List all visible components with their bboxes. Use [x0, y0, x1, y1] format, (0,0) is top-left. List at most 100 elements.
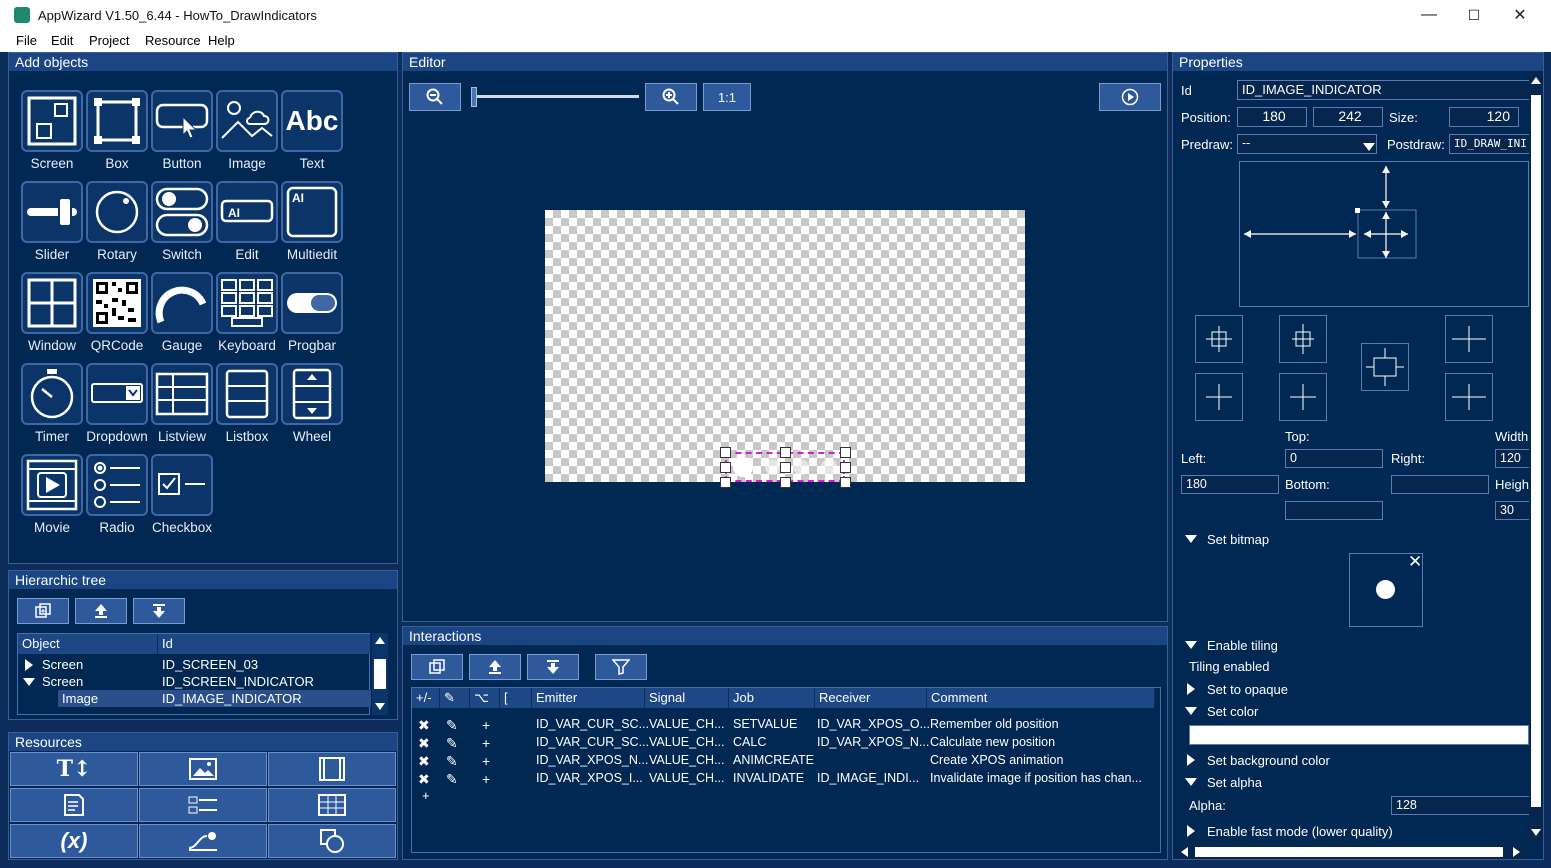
add-radio-button[interactable] — [86, 454, 148, 516]
tree-add-button[interactable] — [17, 598, 69, 624]
resize-handle[interactable] — [780, 447, 791, 458]
col-receiver[interactable]: Receiver — [815, 688, 927, 708]
add-condition-icon[interactable]: + — [482, 771, 490, 787]
zoom-in-button[interactable] — [645, 83, 697, 111]
add-keyboard-button[interactable] — [216, 272, 278, 334]
edit-icon[interactable]: ✎ — [446, 771, 458, 788]
tree-header-id[interactable]: Id — [158, 634, 371, 654]
add-slider-button[interactable] — [21, 181, 83, 243]
delete-icon[interactable]: ✖ — [418, 735, 430, 752]
tree-move-down-button[interactable] — [133, 598, 185, 624]
alpha-input[interactable]: 128 — [1391, 796, 1531, 815]
col-job[interactable]: Job — [729, 688, 815, 708]
anchor-center[interactable] — [1361, 343, 1409, 391]
add-window-button[interactable] — [21, 272, 83, 334]
fast-mode-section[interactable]: Enable fast mode (lower quality) — [1207, 824, 1393, 839]
set-background-color-section[interactable]: Set background color — [1207, 753, 1330, 768]
remove-bitmap-icon[interactable]: ✕ — [1408, 552, 1422, 572]
add-multiedit-button[interactable]: AI — [281, 181, 343, 243]
col-edit[interactable]: ✎ — [440, 688, 470, 708]
menu-project[interactable]: Project — [89, 33, 129, 48]
tree-scrollbar[interactable] — [372, 633, 388, 715]
maximize-button[interactable]: ☐ — [1451, 0, 1497, 30]
collapse-icon[interactable] — [1185, 535, 1197, 543]
col-add-remove[interactable]: +/- — [412, 688, 440, 708]
size-width-input[interactable]: 120 — [1449, 107, 1519, 127]
col-bracket[interactable]: [ — [500, 688, 532, 708]
col-condition[interactable]: ⌥ — [470, 688, 500, 708]
anchor-top-center[interactable] — [1279, 315, 1327, 363]
add-progbar-button[interactable] — [281, 272, 343, 334]
add-image-button[interactable] — [216, 90, 278, 152]
add-button-button[interactable] — [151, 90, 213, 152]
add-switch-button[interactable] — [151, 181, 213, 243]
collapse-icon[interactable] — [1185, 641, 1197, 649]
col-signal[interactable]: Signal — [645, 688, 729, 708]
expand-icon[interactable] — [1187, 683, 1195, 695]
anchor-bottom-left[interactable] — [1195, 373, 1243, 421]
add-condition-icon[interactable]: + — [482, 717, 490, 733]
add-screen-button[interactable] — [21, 90, 83, 152]
zoom-slider[interactable] — [473, 95, 639, 98]
minimize-button[interactable]: — — [1406, 0, 1452, 30]
delete-icon[interactable]: ✖ — [418, 717, 430, 734]
expand-icon[interactable] — [1187, 754, 1195, 766]
add-checkbox-button[interactable] — [151, 454, 213, 516]
properties-vscrollbar[interactable] — [1529, 73, 1543, 841]
movie-resource-button[interactable] — [268, 752, 396, 786]
set-alpha-section[interactable]: Set alpha — [1207, 775, 1262, 790]
zoom-out-button[interactable] — [409, 83, 461, 111]
resize-handle[interactable] — [720, 477, 731, 488]
resize-handle[interactable] — [780, 462, 791, 473]
play-button[interactable] — [1099, 83, 1161, 111]
font-resource-button[interactable]: T↕ — [10, 752, 138, 786]
add-qrcode-button[interactable] — [86, 272, 148, 334]
resize-handle[interactable] — [840, 477, 851, 488]
tree-header-object[interactable]: Object — [18, 634, 158, 654]
collapse-icon[interactable] — [1185, 707, 1197, 715]
add-text-button[interactable]: Abc — [281, 90, 343, 152]
anchor-bottom-right[interactable] — [1445, 373, 1493, 421]
text-resource-button[interactable] — [10, 788, 138, 822]
bottom-input[interactable] — [1285, 501, 1383, 520]
anchor-top-left[interactable] — [1195, 315, 1243, 363]
list-resource-button[interactable] — [139, 788, 267, 822]
position-x-input[interactable]: 180 — [1237, 107, 1307, 127]
interaction-add-button[interactable] — [411, 654, 463, 680]
menu-edit[interactable]: Edit — [51, 33, 73, 48]
interaction-row[interactable]: ✖ ✎ + ID_VAR_CUR_SC... VALUE_CH... SETVALUE ID… — [412, 716, 1160, 734]
set-opaque-section[interactable]: Set to opaque — [1207, 682, 1288, 697]
add-dropdown-button[interactable] — [86, 363, 148, 425]
anchor-top-right[interactable] — [1445, 315, 1493, 363]
resize-handle[interactable] — [720, 447, 731, 458]
enable-tiling-section[interactable]: Enable tiling — [1207, 638, 1278, 653]
delete-icon[interactable]: ✖ — [418, 771, 430, 788]
id-input[interactable]: ID_IMAGE_INDICATOR — [1237, 80, 1537, 100]
animation-resource-button[interactable] — [139, 824, 267, 858]
tree-move-up-button[interactable] — [75, 598, 127, 624]
add-box-button[interactable] — [86, 90, 148, 152]
add-listview-button[interactable] — [151, 363, 213, 425]
top-input[interactable]: 0 — [1285, 449, 1383, 468]
interaction-filter-button[interactable] — [595, 654, 647, 680]
screen-canvas[interactable] — [545, 210, 1025, 482]
expand-icon[interactable] — [25, 659, 33, 671]
left-input[interactable]: 180 — [1181, 475, 1279, 494]
add-movie-button[interactable] — [21, 454, 83, 516]
delete-icon[interactable]: ✖ — [418, 753, 430, 770]
position-y-input[interactable]: 242 — [1313, 107, 1383, 127]
collapse-icon[interactable] — [1185, 778, 1197, 786]
zoom-slider-handle[interactable] — [471, 87, 477, 107]
add-gauge-button[interactable] — [151, 272, 213, 334]
menu-file[interactable]: File — [16, 33, 37, 48]
image-resource-button[interactable] — [139, 752, 267, 786]
add-rotary-button[interactable] — [86, 181, 148, 243]
add-wheel-button[interactable] — [281, 363, 343, 425]
shape-resource-button[interactable] — [268, 824, 396, 858]
variable-resource-button[interactable]: (x) — [10, 824, 138, 858]
add-listbox-button[interactable] — [216, 363, 278, 425]
edit-icon[interactable]: ✎ — [446, 735, 458, 752]
col-comment[interactable]: Comment — [927, 688, 1155, 708]
color-swatch[interactable] — [1189, 725, 1529, 745]
interaction-move-down-button[interactable] — [527, 654, 579, 680]
